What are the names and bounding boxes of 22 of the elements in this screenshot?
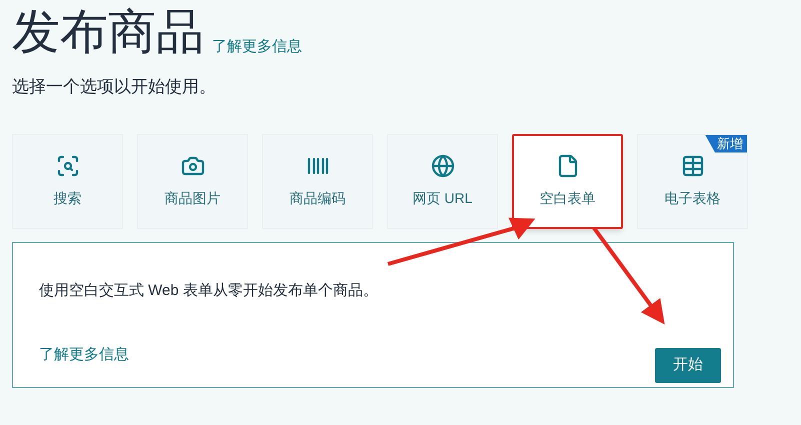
start-button[interactable]: 开始 — [655, 348, 721, 383]
option-label: 商品图片 — [164, 188, 220, 208]
panel-description: 使用空白交互式 Web 表单从零开始发布单个商品。 — [39, 280, 379, 300]
learn-more-link[interactable]: 了解更多信息 — [39, 344, 129, 367]
learn-more-link[interactable]: 了解更多信息 — [212, 36, 302, 58]
option-label: 电子表格 — [664, 188, 720, 208]
option-label: 网页 URL — [412, 188, 472, 208]
page-title: 发布商品 — [12, 5, 204, 61]
option-tile[interactable]: 商品图片 — [137, 134, 248, 228]
option-tile[interactable]: 商品编码 — [262, 134, 373, 228]
option-tile[interactable]: 空白表单 — [512, 134, 623, 228]
option-label: 商品编码 — [290, 188, 346, 208]
option-tile[interactable]: 新增 电子表格 — [637, 134, 748, 228]
option-label: 空白表单 — [540, 188, 596, 208]
option-tile[interactable]: 网页 URL — [387, 134, 498, 228]
new-badge: 新增 — [705, 134, 747, 152]
option-tile[interactable]: 搜索 — [12, 134, 123, 228]
globe-icon — [430, 154, 454, 178]
page-subtitle: 选择一个选项以开始使用。 — [11, 76, 217, 98]
table-icon — [680, 154, 704, 178]
option-label: 搜索 — [54, 188, 82, 208]
search-icon — [56, 154, 80, 178]
